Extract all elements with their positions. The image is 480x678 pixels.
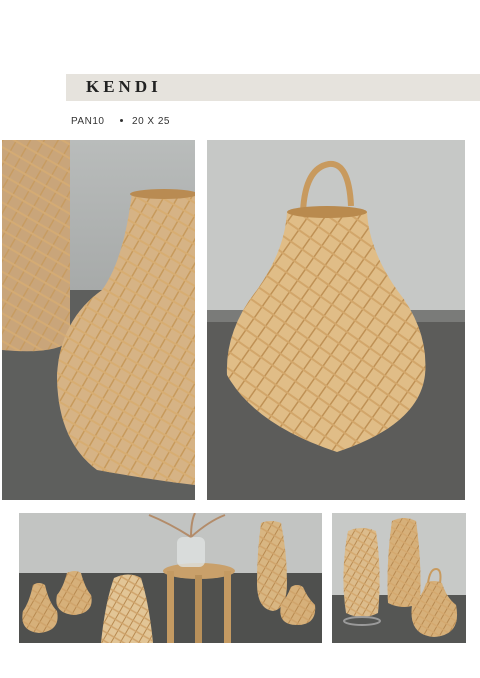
product-size: 20 X 25 xyxy=(132,116,170,127)
photo-full-view xyxy=(207,140,465,500)
product-code: PAN10 xyxy=(71,116,105,127)
photo-lamp-group xyxy=(332,513,466,643)
title-bar: KENDI xyxy=(66,74,480,101)
bullet-icon xyxy=(119,118,123,122)
photo-room-scene xyxy=(19,513,322,643)
product-meta: PAN10 20 X 25 xyxy=(71,116,170,127)
product-title: KENDI xyxy=(86,77,162,96)
photo-closeup xyxy=(2,140,195,500)
